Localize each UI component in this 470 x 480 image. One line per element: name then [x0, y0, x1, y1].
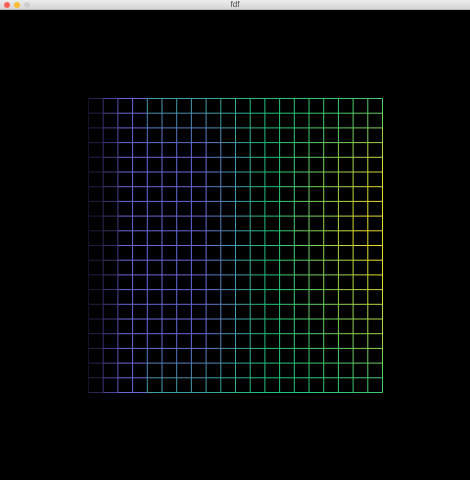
window-title: fdf — [230, 0, 240, 9]
title-bar[interactable]: fdf — [0, 0, 470, 10]
app-window: fdf — [0, 0, 470, 480]
wireframe-grid — [88, 98, 383, 393]
render-canvas — [0, 10, 470, 480]
